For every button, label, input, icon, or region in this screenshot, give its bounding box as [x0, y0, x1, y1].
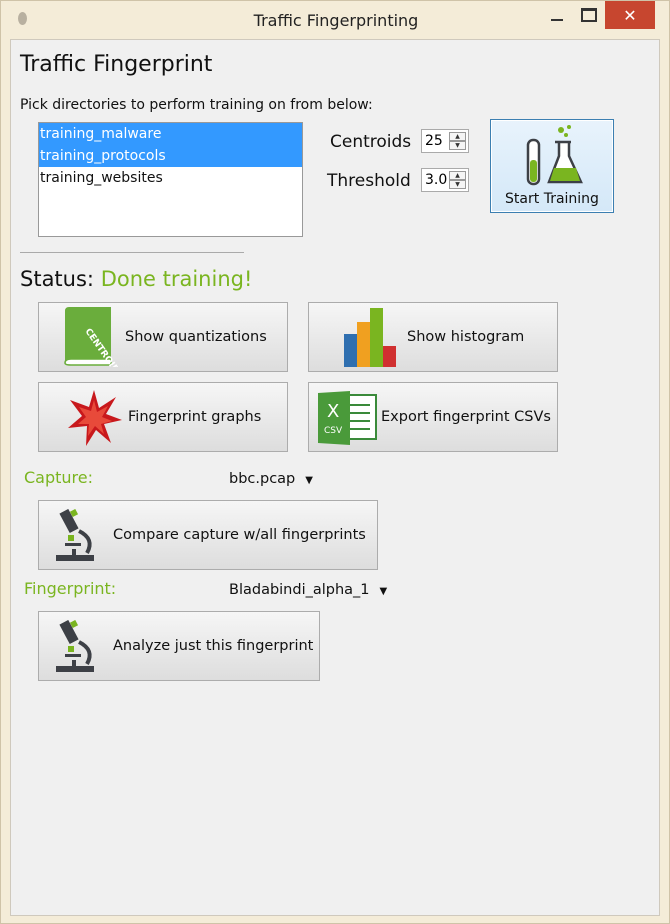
capture-label: Capture:: [24, 468, 94, 487]
centroids-book-icon: CENTROIDS: [64, 307, 121, 367]
start-training-label: Start Training: [505, 191, 599, 207]
fingerprint-selected[interactable]: Bladabindi_alpha_1: [229, 582, 370, 598]
maximize-button[interactable]: [573, 1, 605, 29]
close-button[interactable]: ✕: [605, 1, 655, 29]
show-histogram-label: Show histogram: [407, 329, 525, 345]
directories-label: Pick directories to perform training on …: [20, 97, 373, 113]
csv-icon-text: CSV: [324, 426, 343, 436]
main-panel: Traffic Fingerprint Pick directories to …: [10, 39, 660, 916]
title-bar[interactable]: Traffic Fingerprinting ✕: [1, 1, 670, 39]
show-quantizations-button[interactable]: CENTROIDS Show quantizations: [38, 302, 288, 372]
fingerprint-graphs-button[interactable]: Fingerprint graphs: [38, 382, 288, 452]
flask-icon: [526, 125, 583, 186]
start-training-button[interactable]: Start Training: [490, 119, 614, 213]
divider: [20, 252, 244, 253]
threshold-label: Threshold: [327, 171, 411, 191]
compare-capture-label: Compare capture w/all fingerprints: [113, 527, 366, 543]
threshold-spinbox[interactable]: 3.0 ▲ ▼: [421, 168, 469, 192]
compare-capture-button[interactable]: Compare capture w/all fingerprints: [38, 500, 378, 570]
fingerprint-dropdown[interactable]: Bladabindi_alpha_1 ▼: [229, 582, 387, 598]
show-quantizations-label: Show quantizations: [125, 329, 267, 345]
microscope-icon: [56, 620, 94, 672]
status-label: Status:: [20, 267, 94, 291]
threshold-down-arrow-icon[interactable]: ▼: [449, 180, 466, 189]
directories-list[interactable]: training_malware training_protocols trai…: [38, 122, 303, 237]
main-window: Traffic Fingerprinting ✕ Traffic Fingerp…: [0, 0, 670, 924]
fingerprint-graphs-label: Fingerprint graphs: [128, 409, 262, 425]
capture-selected[interactable]: bbc.pcap: [229, 471, 295, 487]
microscope-icon: [56, 509, 94, 561]
centroids-down-arrow-icon[interactable]: ▼: [449, 141, 466, 150]
page-title: Traffic Fingerprint: [20, 52, 213, 77]
fingerprint-dropdown-arrow-icon[interactable]: ▼: [380, 586, 388, 597]
excel-csv-icon: X CSV: [318, 391, 377, 445]
minimize-button[interactable]: [541, 1, 573, 29]
export-csvs-label: Export fingerprint CSVs: [381, 409, 551, 425]
analyze-fingerprint-button[interactable]: Analyze just this fingerprint: [38, 611, 320, 681]
capture-dropdown-arrow-icon[interactable]: ▼: [305, 475, 313, 486]
excel-icon-letter: X: [327, 401, 339, 422]
list-item-training-protocols[interactable]: training_protocols: [39, 145, 302, 167]
minimize-icon: [551, 19, 563, 21]
analyze-fingerprint-label: Analyze just this fingerprint: [113, 638, 314, 654]
centroids-up-arrow-icon[interactable]: ▲: [449, 132, 466, 141]
capture-dropdown[interactable]: bbc.pcap ▼: [229, 471, 313, 487]
list-item-training-websites[interactable]: training_websites: [39, 167, 302, 189]
show-histogram-button[interactable]: Show histogram: [308, 302, 558, 372]
export-csvs-button[interactable]: X CSV Export fingerprint CSVs: [308, 382, 558, 452]
threshold-value[interactable]: 3.0: [425, 172, 447, 188]
maximize-icon: [581, 8, 597, 22]
star-graph-icon: [68, 390, 122, 446]
centroids-spinbox[interactable]: 25 ▲ ▼: [421, 129, 469, 153]
centroids-label: Centroids: [330, 132, 412, 152]
close-icon: ✕: [623, 5, 637, 25]
status-value: Done training!: [100, 267, 253, 291]
bar-chart-icon: [344, 308, 396, 367]
centroids-value[interactable]: 25: [425, 133, 443, 149]
status-line: Status: Done training!: [20, 267, 252, 291]
fingerprint-label: Fingerprint:: [24, 579, 117, 598]
threshold-up-arrow-icon[interactable]: ▲: [449, 171, 466, 180]
list-item-training-malware[interactable]: training_malware: [39, 123, 302, 145]
